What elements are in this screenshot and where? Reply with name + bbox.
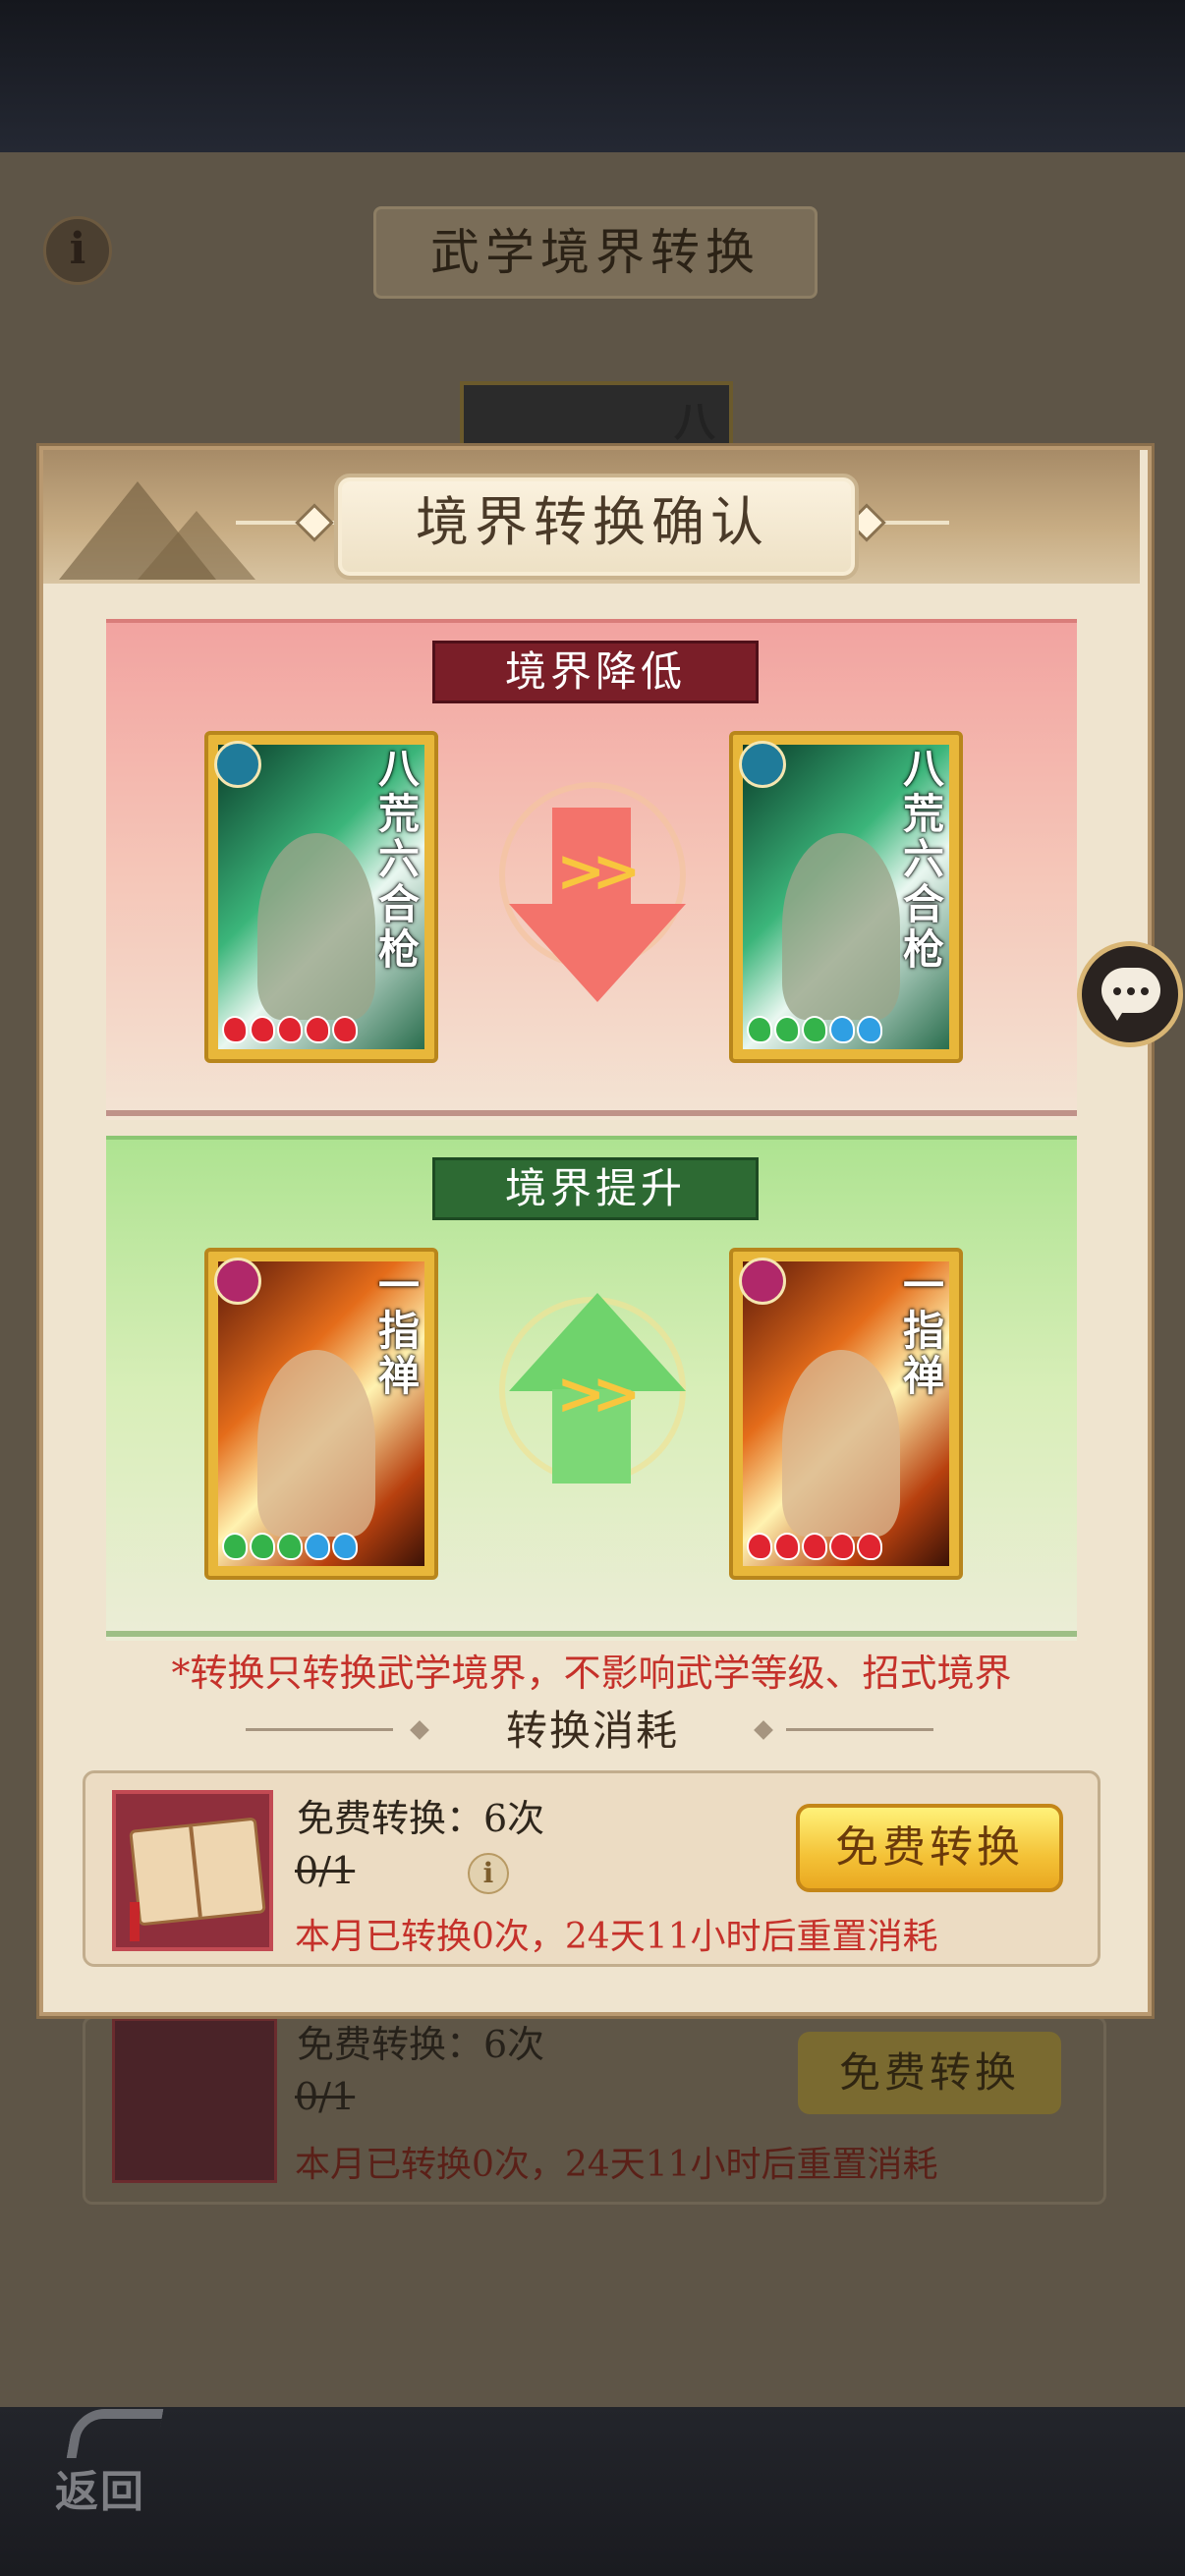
section-divider xyxy=(106,1631,1077,1637)
level-pip xyxy=(747,1016,772,1043)
card-level-pips xyxy=(222,1533,358,1564)
card-name: 一指禅 xyxy=(377,1261,420,1400)
card-figure xyxy=(257,833,375,1020)
section-divider xyxy=(106,1110,1077,1116)
level-pip xyxy=(857,1533,882,1560)
double-chevron-icon: >> xyxy=(556,837,641,906)
level-pip xyxy=(305,1533,330,1560)
level-pip xyxy=(857,1016,882,1043)
top-bar xyxy=(0,0,1185,152)
card-figure xyxy=(782,833,900,1020)
level-pip xyxy=(802,1533,827,1560)
conversion-notice: *转换只转换武学境界，不影响武学等级、招式境界 xyxy=(171,1652,1012,1695)
background-book-icon xyxy=(112,2018,277,2183)
cost-info-icon[interactable]: i xyxy=(468,1853,509,1894)
level-pip xyxy=(222,1533,248,1560)
level-pip xyxy=(774,1533,800,1560)
back-label[interactable]: 返回 xyxy=(55,2456,145,2519)
level-pip xyxy=(277,1016,303,1043)
down-arrow-head xyxy=(509,904,686,1002)
card-figure xyxy=(782,1350,900,1537)
card-type-emblem-icon xyxy=(214,1258,261,1305)
card-type-emblem-icon xyxy=(739,741,786,788)
downgrade-banner: 境界降低 xyxy=(432,641,759,703)
card-name: 八荒六合枪 xyxy=(377,745,420,974)
cost-title-line-right xyxy=(786,1728,933,1731)
level-pip xyxy=(747,1533,772,1560)
level-pip xyxy=(250,1016,275,1043)
chat-bubble-tail xyxy=(1107,1005,1127,1021)
card-level-pips xyxy=(747,1016,882,1047)
conversion-book-item[interactable] xyxy=(112,1790,273,1951)
bottom-bar xyxy=(0,2407,1185,2576)
book-spine xyxy=(189,1826,202,1918)
level-pip xyxy=(305,1016,330,1043)
background-reset-note: 本月已转换0次，24天11小时后重置消耗 xyxy=(295,2145,938,2185)
card-name: 一指禅 xyxy=(902,1261,944,1400)
upgrade-card-from[interactable]: 一指禅 xyxy=(204,1248,438,1580)
cost-title: 转换消耗 xyxy=(505,1707,679,1755)
downgrade-card-from[interactable]: 八荒六合枪 xyxy=(204,731,438,1063)
background-title: 武学境界转换 xyxy=(373,206,818,299)
chat-dot xyxy=(1141,987,1149,995)
double-chevron-icon: >> xyxy=(556,1360,641,1428)
card-type-emblem-icon xyxy=(214,741,261,788)
free-convert-button[interactable]: 免费转换 xyxy=(796,1804,1063,1892)
background-free-count: 免费转换：6次 xyxy=(297,2023,545,2066)
free-conversion-count: 免费转换：6次 xyxy=(297,1797,545,1840)
chat-button[interactable] xyxy=(1077,941,1183,1047)
tassel-decoration xyxy=(130,1902,140,1941)
chat-dot xyxy=(1113,987,1121,995)
background-quota: 0/1 xyxy=(295,2075,356,2118)
level-pip xyxy=(277,1533,303,1560)
chat-dot xyxy=(1127,987,1135,995)
cost-quota: 0/1 xyxy=(295,1849,356,1892)
background-card: 八 xyxy=(460,381,733,454)
level-pip xyxy=(332,1016,358,1043)
upgrade-banner: 境界提升 xyxy=(432,1157,759,1220)
upgrade-card-to[interactable]: 一指禅 xyxy=(729,1248,963,1580)
level-pip xyxy=(829,1533,855,1560)
level-pip xyxy=(222,1016,248,1043)
book-icon xyxy=(129,1817,266,1927)
card-type-emblem-icon xyxy=(739,1258,786,1305)
background-free-convert-button[interactable]: 免费转换 xyxy=(798,2032,1061,2114)
level-pip xyxy=(829,1016,855,1043)
level-pip xyxy=(802,1016,827,1043)
level-pip xyxy=(774,1016,800,1043)
level-pip xyxy=(332,1533,358,1560)
dialog-title: 境界转换确认 xyxy=(416,491,769,553)
card-level-pips xyxy=(747,1533,882,1564)
card-figure xyxy=(257,1350,375,1537)
downgrade-card-to[interactable]: 八荒六合枪 xyxy=(729,731,963,1063)
reset-note: 本月已转换0次，24天11小时后重置消耗 xyxy=(295,1917,938,1957)
card-level-pips xyxy=(222,1016,358,1047)
card-name: 八荒六合枪 xyxy=(902,745,944,974)
background-info-button[interactable]: i xyxy=(43,216,112,285)
background-card-name: 八 xyxy=(673,398,715,446)
level-pip xyxy=(250,1533,275,1560)
